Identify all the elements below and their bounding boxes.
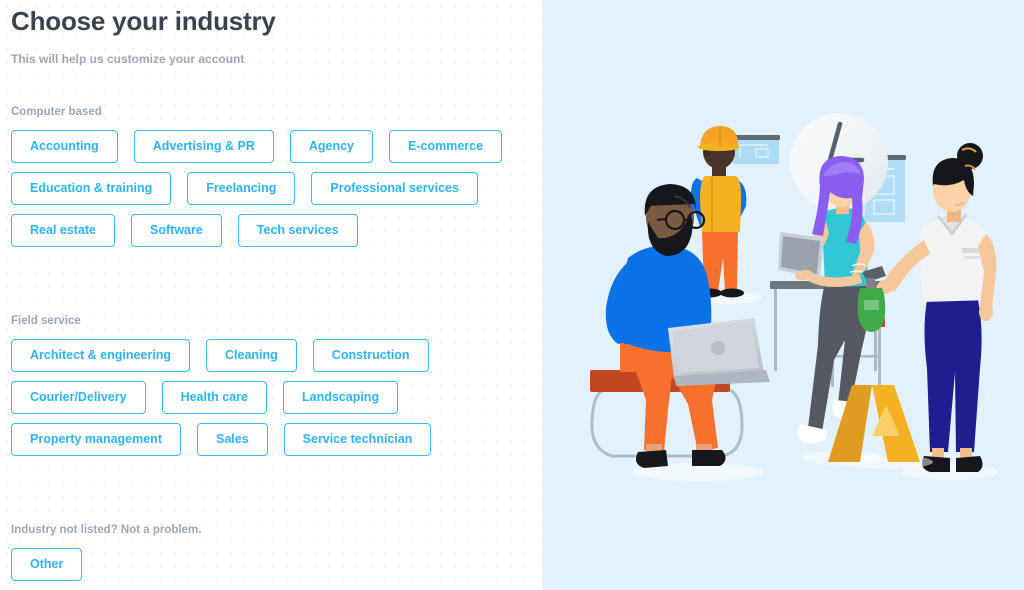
industry-chip-construction[interactable]: Construction: [312, 339, 429, 372]
chip-row: Other: [11, 548, 201, 581]
section-computer-based: Computer based Accounting Advertising & …: [11, 106, 503, 247]
industry-chip-freelancing[interactable]: Freelancing: [187, 172, 296, 205]
industry-chip-e-commerce[interactable]: E-commerce: [389, 130, 503, 163]
chip-row: Accounting Advertising & PR Agency E-com…: [11, 130, 503, 163]
industry-chip-cleaning[interactable]: Cleaning: [206, 339, 297, 372]
section-other: Industry not listed? Not a problem. Othe…: [11, 524, 201, 581]
blueprint-screen-small: [732, 135, 780, 164]
industry-chip-other[interactable]: Other: [11, 548, 83, 581]
industry-selection-panel: Choose your industry This will help us c…: [0, 0, 542, 590]
laptop-icon: [668, 318, 770, 386]
industry-chip-courier-delivery[interactable]: Courier/Delivery: [11, 381, 146, 414]
section-label-field-service: Field service: [11, 315, 81, 327]
industry-chip-landscaping[interactable]: Landscaping: [282, 381, 399, 414]
section-label-not-listed: Industry not listed? Not a problem.: [11, 524, 202, 536]
industry-chip-property-management[interactable]: Property management: [11, 423, 181, 456]
page-title: Choose your industry: [11, 6, 276, 36]
page-subtitle: This will help us customize your account: [11, 52, 245, 66]
chip-row: Courier/Delivery Health care Landscaping: [11, 381, 431, 414]
industry-chip-sales[interactable]: Sales: [196, 423, 268, 456]
industry-chip-software[interactable]: Software: [131, 214, 222, 247]
chip-row: Architect & engineering Cleaning Constru…: [11, 339, 431, 372]
industry-chip-education-training[interactable]: Education & training: [11, 172, 172, 205]
industry-chip-service-technician[interactable]: Service technician: [283, 423, 432, 456]
industry-chip-health-care[interactable]: Health care: [161, 381, 267, 414]
industry-chip-real-estate[interactable]: Real estate: [11, 214, 116, 247]
section-label-computer-based: Computer based: [11, 106, 102, 118]
industry-chip-agency[interactable]: Agency: [289, 130, 374, 163]
illustration-panel: [542, 0, 1024, 590]
section-field-service: Field service Architect & engineering Cl…: [11, 315, 432, 456]
chip-row: Property management Sales Service techni…: [11, 423, 432, 456]
industry-chip-accounting[interactable]: Accounting: [11, 130, 118, 163]
chip-row: Education & training Freelancing Profess…: [11, 172, 502, 205]
industry-chip-architect-engineering[interactable]: Architect & engineering: [11, 339, 190, 372]
onboarding-industry-page: Choose your industry This will help us c…: [0, 0, 1024, 590]
industry-chip-professional-services[interactable]: Professional services: [311, 172, 478, 205]
industry-chip-tech-services[interactable]: Tech services: [237, 214, 358, 247]
chip-row: Real estate Software Tech services: [11, 214, 502, 247]
team-at-work-illustration: [542, 0, 1024, 590]
industry-chip-advertising-pr[interactable]: Advertising & PR: [133, 130, 274, 163]
